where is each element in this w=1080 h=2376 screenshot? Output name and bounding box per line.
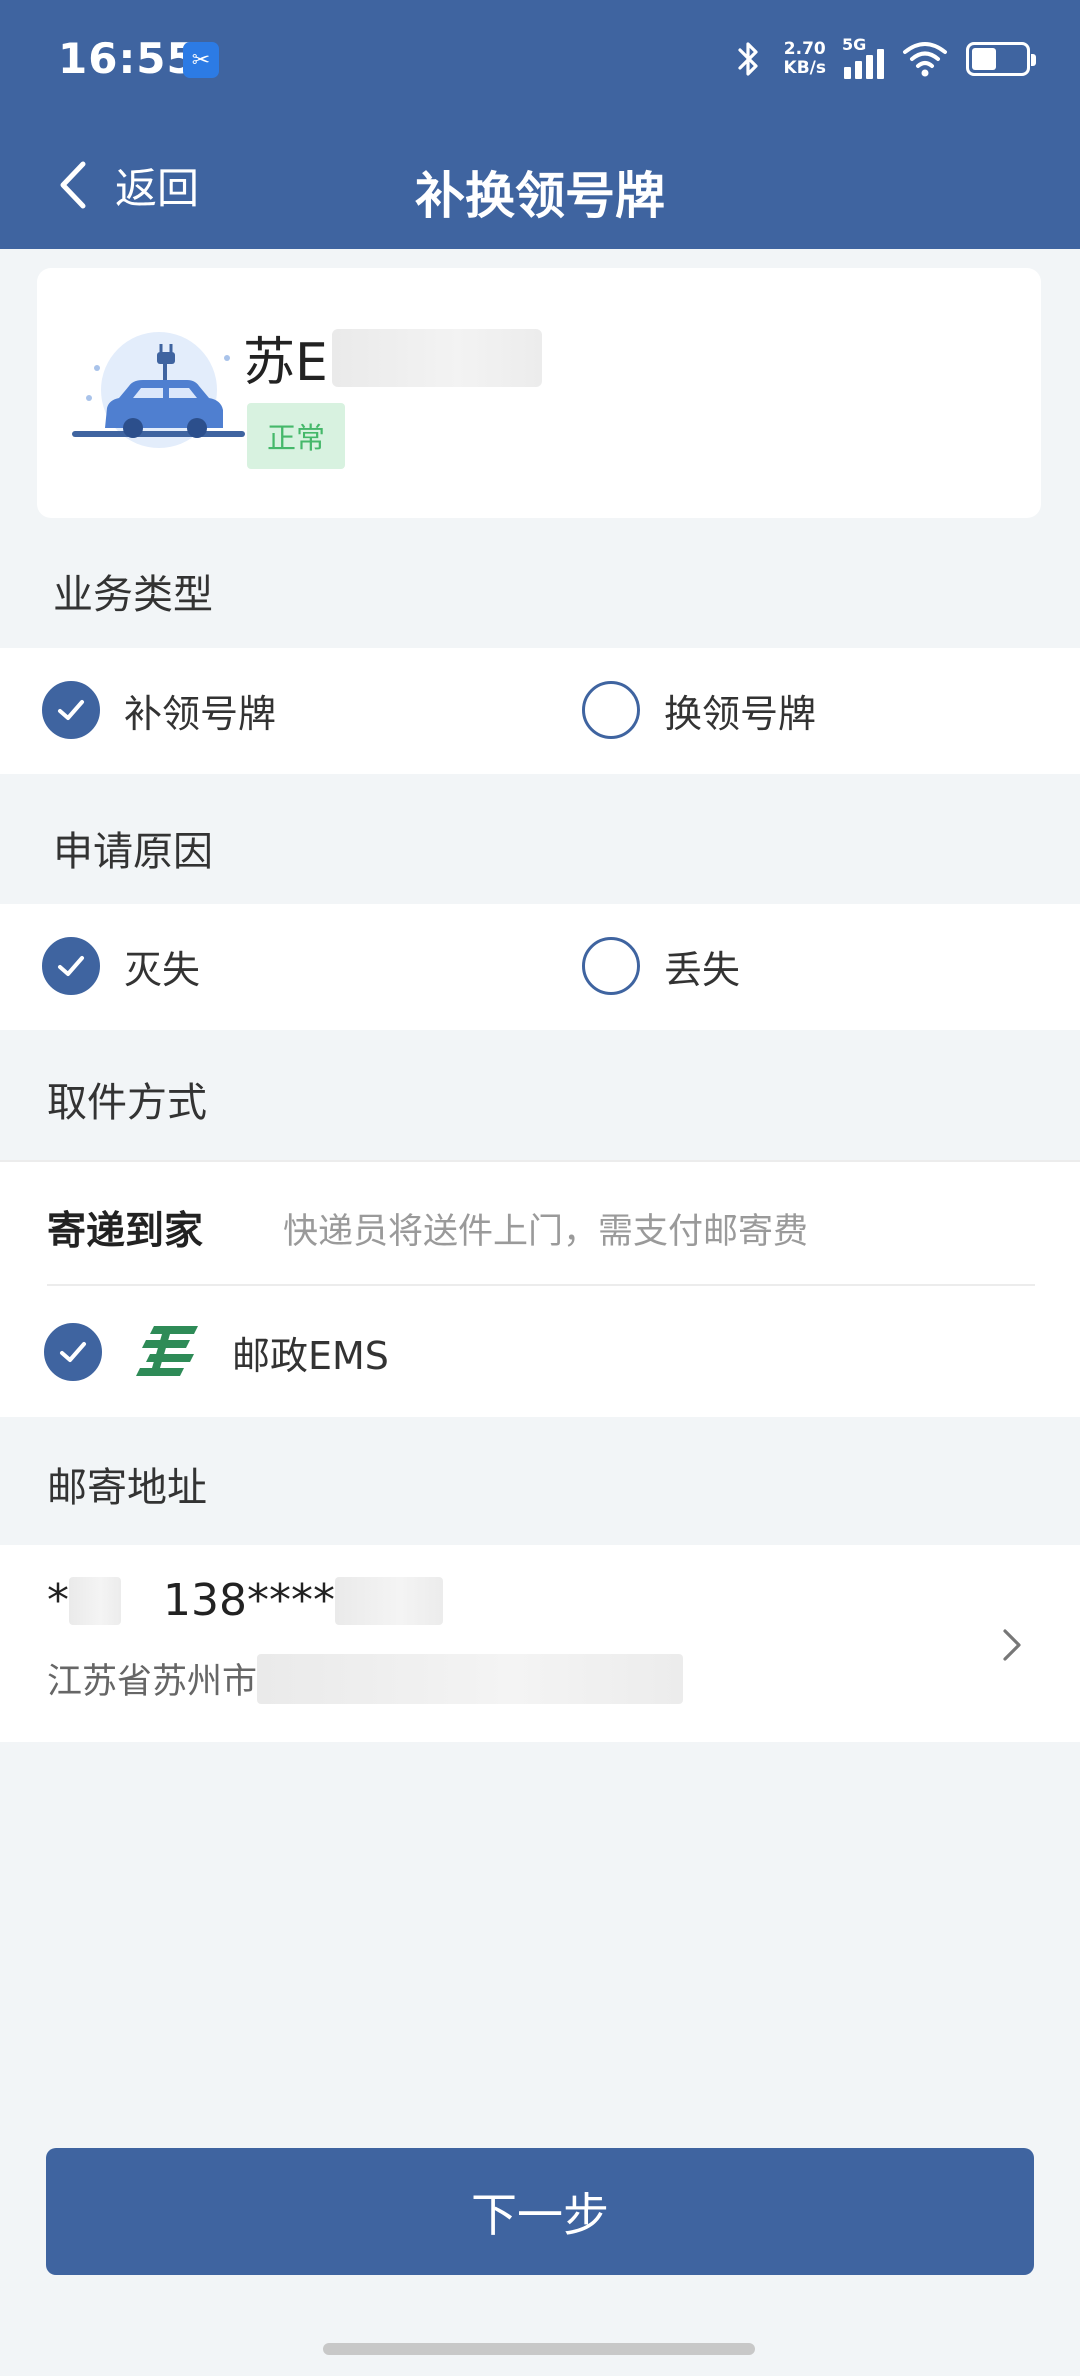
network-speed: 2.70 KB/s [784,40,826,78]
nav-bar: 返回 补换领号牌 [0,130,1080,240]
wifi-icon [903,42,947,77]
home-indicator[interactable] [323,2343,755,2355]
license-plate-redacted [331,328,542,387]
cellular-signal-icon: 5G [842,35,884,79]
ems-logo-icon [136,1326,198,1376]
delivery-home-title: 寄递到家 [47,1209,204,1254]
network-type: 5G [842,35,867,54]
app-header: 16:55 ✂ 2.70 KB/s 5G 返回 补换领号牌 [0,0,1080,249]
pickup-method-label: 取件方式 [47,1080,207,1126]
option-destroyed[interactable]: 灭失 [42,937,200,995]
notification-app-icon: ✂ [183,42,219,78]
electric-car-icon [72,332,245,448]
license-plate-prefix: 苏E [243,333,328,393]
recipient-name-prefix: * [47,1575,69,1626]
status-time: 16:55 [58,34,197,83]
business-type-label: 业务类型 [53,572,213,618]
recipient-line: * 138**** [47,1575,443,1626]
radio-checked-icon[interactable] [42,681,100,739]
recipient-phone-prefix: 138**** [163,1575,335,1626]
bluetooth-icon [737,42,758,76]
option-exchange-plate[interactable]: 换领号牌 [582,681,816,739]
option-label: 丢失 [664,947,741,992]
battery-icon [966,42,1036,76]
option-lost[interactable]: 丢失 [582,937,740,995]
radio-checked-icon[interactable] [42,937,100,995]
mailing-address-label: 邮寄地址 [47,1465,207,1511]
address-detail-prefix: 江苏省苏州市 [47,1662,258,1702]
recipient-name-redacted [69,1576,121,1625]
address-detail-line: 江苏省苏州市 [47,1653,684,1704]
license-plate: 苏E [243,320,542,395]
status-bar: 16:55 ✂ 2.70 KB/s 5G [0,0,1080,120]
chevron-right-icon [1003,1629,1021,1661]
ems-label: 邮政EMS [232,1333,389,1378]
address-card[interactable]: * 138**** 江苏省苏州市 [0,1545,1080,1742]
network-speed-value: 2.70 [783,39,826,59]
option-label: 换领号牌 [664,691,817,736]
radio-unchecked-icon[interactable] [582,681,640,739]
pickup-method-panel: 寄递到家 快递员将送件上门，需支付邮寄费 邮政EMS [0,1160,1080,1417]
page-title: 补换领号牌 [415,167,665,225]
next-step-button[interactable]: 下一步 [46,2148,1034,2275]
option-label: 补领号牌 [124,691,277,736]
status-icons: 2.70 KB/s 5G [732,35,1036,80]
option-label: 灭失 [124,947,201,992]
address-detail-redacted [257,1653,684,1704]
business-type-row: 补领号牌 换领号牌 [0,648,1080,774]
reason-row: 灭失 丢失 [0,904,1080,1030]
delivery-home-description: 快递员将送件上门，需支付邮寄费 [283,1212,809,1252]
status-badge: 正常 [247,403,345,469]
reason-label: 申请原因 [53,829,213,875]
option-ems[interactable]: 邮政EMS [44,1320,389,1384]
radio-checked-icon[interactable] [44,1323,102,1381]
network-speed-unit: KB/s [783,58,826,78]
radio-unchecked-icon[interactable] [582,937,640,995]
vehicle-card: 苏E 正常 [37,268,1041,518]
option-replace-lost-plate[interactable]: 补领号牌 [42,681,276,739]
recipient-phone-redacted [334,1576,443,1625]
